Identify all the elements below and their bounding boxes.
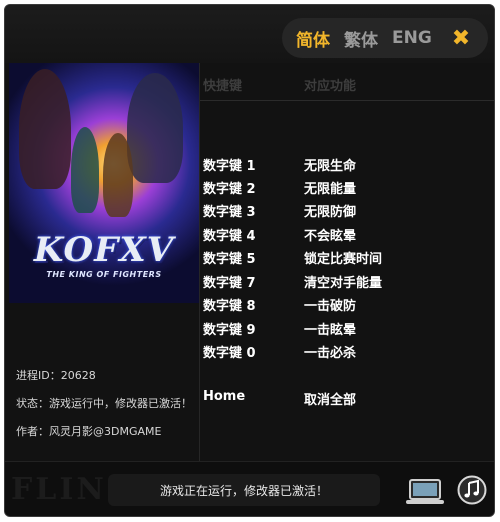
hotkey-row[interactable]: 数字键 8 一击破防 bbox=[200, 293, 494, 314]
hotkey-row[interactable]: 数字键 1 无限生命 bbox=[200, 153, 494, 174]
hotkey-function: 一击破防 bbox=[304, 299, 357, 314]
hotkey-row[interactable]: 数字键 7 清空对手能量 bbox=[200, 270, 494, 291]
hotkey-function: 无限防御 bbox=[304, 205, 357, 220]
game-logo-text: KOFXV bbox=[33, 230, 175, 270]
hotkey-key: 数字键 9 bbox=[203, 323, 256, 338]
hotkey-function: 取消全部 bbox=[304, 393, 357, 408]
cover-art-figure bbox=[19, 69, 71, 189]
hotkey-function: 无限生命 bbox=[304, 159, 357, 174]
hotkey-row[interactable]: 数字键 4 不会眩晕 bbox=[200, 223, 494, 244]
language-bar: 简体 繁体 ENG ✖ bbox=[282, 18, 488, 58]
status-message-box: 游戏正在运行，修改器已激活！ bbox=[108, 474, 380, 506]
hotkey-key: 数字键 4 bbox=[203, 229, 256, 244]
hotkey-function: 一击必杀 bbox=[304, 346, 357, 361]
hotkey-row[interactable]: Home 取消全部 bbox=[200, 387, 494, 408]
status-text: 状态：游戏运行中，修改器已激活！ bbox=[16, 397, 192, 410]
author-text: 作者：风灵月影@3DMGAME bbox=[16, 425, 162, 438]
cover-art-figure bbox=[127, 73, 183, 183]
hotkey-function: 一击眩晕 bbox=[304, 323, 357, 338]
status-message: 游戏正在运行，修改器已激活！ bbox=[159, 483, 328, 498]
hotkey-row[interactable]: 数字键 2 无限能量 bbox=[200, 176, 494, 197]
cover-art-figure bbox=[71, 127, 99, 213]
game-logo: KOFXV THE KING OF FIGHTERS bbox=[9, 230, 199, 279]
lang-traditional-button[interactable]: 繁体 bbox=[344, 26, 378, 51]
hotkey-table-header: 快捷键 对应功能 bbox=[200, 63, 494, 101]
hotkey-function: 不会眩晕 bbox=[304, 229, 357, 244]
info-panel: 进程ID：20628 状态：游戏运行中，修改器已激活！ 作者：风灵月影@3DMG… bbox=[9, 303, 199, 461]
hotkey-function: 锁定比赛时间 bbox=[304, 252, 383, 267]
hotkey-key: 数字键 2 bbox=[203, 182, 256, 197]
hotkey-key: 数字键 7 bbox=[203, 276, 256, 291]
hotkey-key: 数字键 3 bbox=[203, 205, 256, 220]
hotkey-key: Home bbox=[203, 389, 246, 404]
footer-bar: FLING 游戏正在运行，修改器已激活！ bbox=[5, 461, 494, 516]
title-bar: 简体 繁体 ENG ✖ bbox=[5, 5, 494, 63]
cover-art-figure bbox=[103, 133, 133, 217]
game-cover-image: KOFXV THE KING OF FIGHTERS bbox=[9, 63, 199, 303]
process-id-text: 进程ID：20628 bbox=[16, 369, 96, 382]
hotkey-function: 清空对手能量 bbox=[304, 276, 383, 291]
hotkey-row[interactable]: 数字键 5 锁定比赛时间 bbox=[200, 246, 494, 267]
hotkey-row[interactable]: 数字键 0 一击必杀 bbox=[200, 340, 494, 361]
laptop-icon[interactable] bbox=[405, 478, 445, 506]
hotkey-key: 数字键 8 bbox=[203, 299, 256, 314]
header-function: 对应功能 bbox=[304, 79, 357, 94]
music-icon[interactable] bbox=[457, 475, 487, 505]
hotkey-key: 数字键 0 bbox=[203, 346, 256, 361]
header-hotkey: 快捷键 bbox=[203, 79, 243, 94]
lang-english-button[interactable]: ENG bbox=[392, 28, 432, 48]
game-logo-subtitle: THE KING OF FIGHTERS bbox=[46, 270, 162, 279]
trainer-window: 简体 繁体 ENG ✖ KOFXV THE KING OF FIGHTERS 快… bbox=[4, 4, 495, 517]
hotkey-row[interactable]: 数字键 3 无限防御 bbox=[200, 199, 494, 220]
hotkey-key: 数字键 5 bbox=[203, 252, 256, 267]
hotkey-row[interactable]: 数字键 9 一击眩晕 bbox=[200, 317, 494, 338]
lang-simplified-button[interactable]: 简体 bbox=[296, 26, 330, 51]
hotkey-key: 数字键 1 bbox=[203, 159, 256, 174]
hotkey-function: 无限能量 bbox=[304, 182, 357, 197]
close-icon[interactable]: ✖ bbox=[452, 26, 470, 51]
